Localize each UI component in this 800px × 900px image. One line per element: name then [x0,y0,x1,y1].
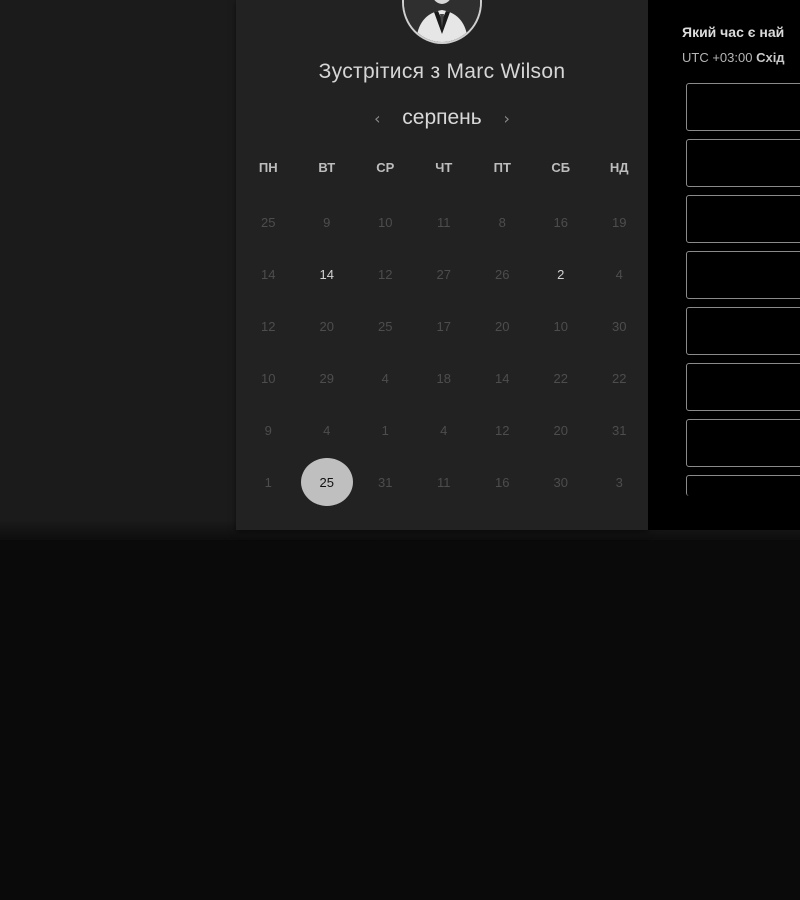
calendar-day: 31 [378,474,393,490]
time-slot-button[interactable] [686,251,800,299]
time-selection-panel: Який час є най UTC +03:00 Схід [648,0,800,530]
calendar-day: 14 [261,266,276,282]
weekday-label: ВТ [318,160,336,175]
chevron-left-icon: ‹ [374,108,381,128]
calendar-day: 25 [261,214,276,230]
calendar-day: 10 [261,370,276,386]
time-slot-button[interactable] [686,307,800,355]
calendar-day: 1 [381,422,389,438]
calendar-day: 27 [436,266,451,282]
calendar-day: 19 [612,214,627,230]
calendar-day: 4 [615,266,623,282]
time-slot-button[interactable] [686,195,800,243]
time-slot-button[interactable] [686,83,800,131]
calendar-day: 12 [261,318,276,334]
timezone-name: Схід [756,50,785,65]
time-slot-button[interactable] [686,419,800,467]
calendar-day: 20 [553,422,568,438]
calendar-day: 20 [319,318,334,334]
time-slot-button[interactable] [686,139,800,187]
calendar-day: 26 [495,266,510,282]
calendar-day: 12 [495,422,510,438]
selected-day-number: 25 [300,458,353,506]
time-slot-button[interactable] [686,363,800,411]
weekday-label: ЧТ [435,160,453,175]
weekday-header-row: ПН ВТ СР ЧТ ПТ СБ НД [239,160,651,175]
time-slot-button[interactable] [686,475,800,496]
timezone-offset: UTC +03:00 [682,50,753,65]
calendar-day: 16 [553,214,568,230]
time-slot-list [686,83,800,496]
weekday-label: СР [376,160,395,175]
timezone-label[interactable]: UTC +03:00 Схід [682,50,785,65]
calendar-day: 30 [612,318,627,334]
calendar-day: 18 [436,370,451,386]
meeting-heading: Зустрітися з Marc Wilson [318,60,566,83]
month-label: серпень [402,106,482,129]
calendar-day: 1 [264,474,272,490]
calendar-day[interactable]: 14 [298,248,357,300]
host-avatar [402,0,482,44]
calendar-day: 31 [612,422,627,438]
calendar-day: 22 [612,370,627,386]
calendar-day[interactable]: 2 [532,248,591,300]
calendar-day: 20 [495,318,510,334]
weekday-label: НД [609,160,629,175]
calendar-day: 11 [437,474,451,490]
calendar-day: 14 [495,370,510,386]
calendar-day: 8 [498,214,506,230]
calendar-day: 10 [553,318,568,334]
person-photo-icon [404,0,480,42]
calendar-day: 29 [319,370,334,386]
calendar-day: 22 [553,370,568,386]
weekday-label: СБ [551,160,571,175]
calendar-day: 9 [264,422,272,438]
calendar-card: Зустрітися з Marc Wilson ‹ серпень › ПН В… [236,0,648,530]
calendar-day-selected[interactable]: 25 [298,456,357,508]
weekday-label: ПТ [493,160,511,175]
calendar-day: 25 [378,318,393,334]
calendar-day: 16 [495,474,510,490]
calendar-day: 9 [323,214,331,230]
time-question: Який час є най [682,24,785,40]
prev-month-button[interactable]: ‹ [366,107,388,129]
next-month-button[interactable]: › [496,107,518,129]
weekday-label: ПН [258,160,278,175]
calendar-day: 4 [323,422,331,438]
chevron-right-icon: › [503,108,510,128]
calendar-day: 11 [437,214,451,230]
calendar-day: 4 [440,422,448,438]
calendar-day: 30 [553,474,568,490]
calendar-day: 12 [378,266,393,282]
month-navigation: ‹ серпень › [236,103,648,133]
calendar-day: 3 [615,474,623,490]
calendar-day: 10 [378,214,393,230]
calendar-days-grid: 25 9 10 11 8 16 19 14 14 12 27 26 2 4 12 20 25 17 20 10 30 10… [239,196,651,508]
calendar-day: 17 [436,318,451,334]
calendar-day: 4 [381,370,389,386]
